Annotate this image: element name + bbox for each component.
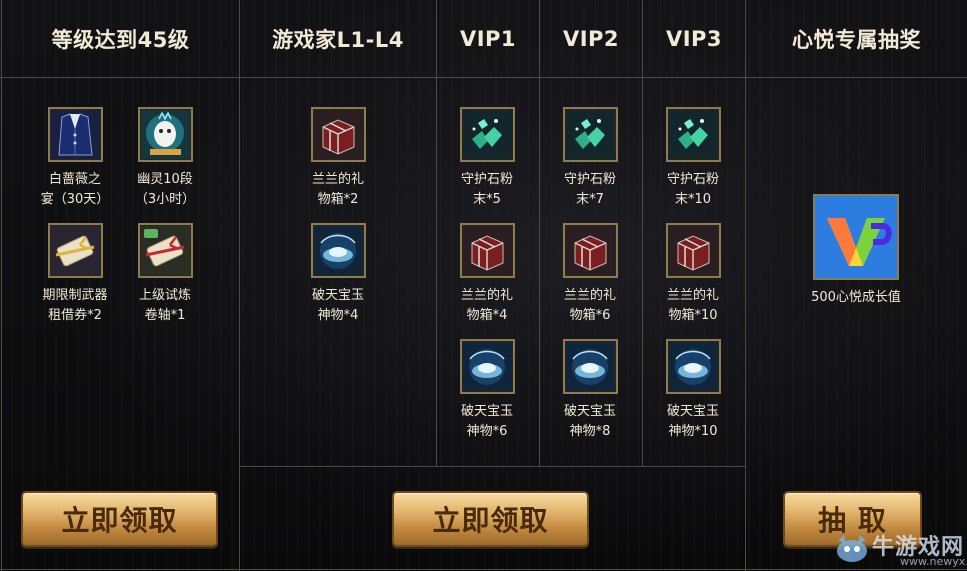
weapon-scroll-icon [47,223,103,278]
header-divider [0,77,967,78]
reward-name: 守护石粉 末*7 [563,172,616,207]
reward-name: 幽灵10段 （3小时） [134,172,196,207]
gift-box-icon [459,223,515,278]
vip1-column-title: VIP1 [459,26,517,51]
reward-item: 兰兰的礼 物箱*2 [283,107,393,210]
claim-vip-reward-button[interactable]: 立即领取 [392,491,589,547]
jade-relic-icon [310,223,366,278]
left-border [1,0,2,571]
stone-powder-icon [665,107,721,162]
lottery-column-title: 心悦专属抽奖 [792,27,921,52]
reward-item: 幽灵10段 （3小时） [110,107,220,210]
reward-name: 破天宝玉 神物*8 [563,404,616,439]
ghost-pet-icon [137,107,193,162]
reward-item: 破天宝玉 神物*8 [535,339,645,442]
reward-item: 守护石粉 末*5 [432,107,542,210]
reward-name: 兰兰的礼 物箱*2 [311,172,364,207]
reward-item: 兰兰的礼 物箱*4 [432,223,542,326]
reward-name: 破天宝玉 神物*4 [311,288,364,323]
column-divider [239,0,240,571]
reward-item: 破天宝玉 神物*10 [638,339,748,442]
reward-panel: 等级达到45级 游戏家L1-L4 VIP1 VIP2 VIP3 心悦专属抽奖 白… [0,0,967,571]
reward-item: 守护石粉 末*10 [638,107,748,210]
reward-item: 上级试炼 卷轴*1 [110,223,220,326]
white-suit-icon [47,107,103,162]
watermark-url: www.newyx.net [900,555,967,568]
level-column-title: 等级达到45级 [51,27,190,52]
bottom-border [0,569,967,570]
reward-item: 破天宝玉 神物*6 [432,339,542,442]
vip-growth-icon [813,194,899,280]
reward-name: 破天宝玉 神物*6 [460,404,513,439]
gamer-column-title: 游戏家L1-L4 [272,27,404,52]
reward-name: 破天宝玉 神物*10 [666,404,719,439]
jade-relic-icon [665,339,721,394]
reward-name: 兰兰的礼 物箱*10 [666,288,719,323]
stone-powder-icon [562,107,618,162]
gift-box-icon [562,223,618,278]
gift-box-icon [665,223,721,278]
reward-name: 守护石粉 末*5 [460,172,513,207]
vip3-column-title: VIP3 [665,26,723,51]
trial-scroll-icon [137,223,193,278]
jade-relic-icon [562,339,618,394]
site-watermark: 牛游戏网 www.newyx.net [832,527,967,571]
jade-relic-icon [459,339,515,394]
reward-item: 破天宝玉 神物*4 [283,223,393,326]
reward-item: 守护石粉 末*7 [535,107,645,210]
mascot-icon [832,527,872,567]
reward-name: 500心悦成长值 [811,290,901,305]
lottery-reward-item: 500心悦成长值 [786,194,926,308]
stone-powder-icon [459,107,515,162]
reward-item: 兰兰的礼 物箱*10 [638,223,748,326]
reward-name: 兰兰的礼 物箱*4 [460,288,513,323]
reward-name: 守护石粉 末*10 [666,172,719,207]
claim-level-reward-button[interactable]: 立即领取 [21,491,218,547]
reward-name: 上级试炼 卷轴*1 [138,288,191,323]
vip-section-divider [239,466,746,467]
vip2-column-title: VIP2 [562,26,620,51]
reward-name: 兰兰的礼 物箱*6 [563,288,616,323]
reward-item: 兰兰的礼 物箱*6 [535,223,645,326]
gift-box-icon [310,107,366,162]
